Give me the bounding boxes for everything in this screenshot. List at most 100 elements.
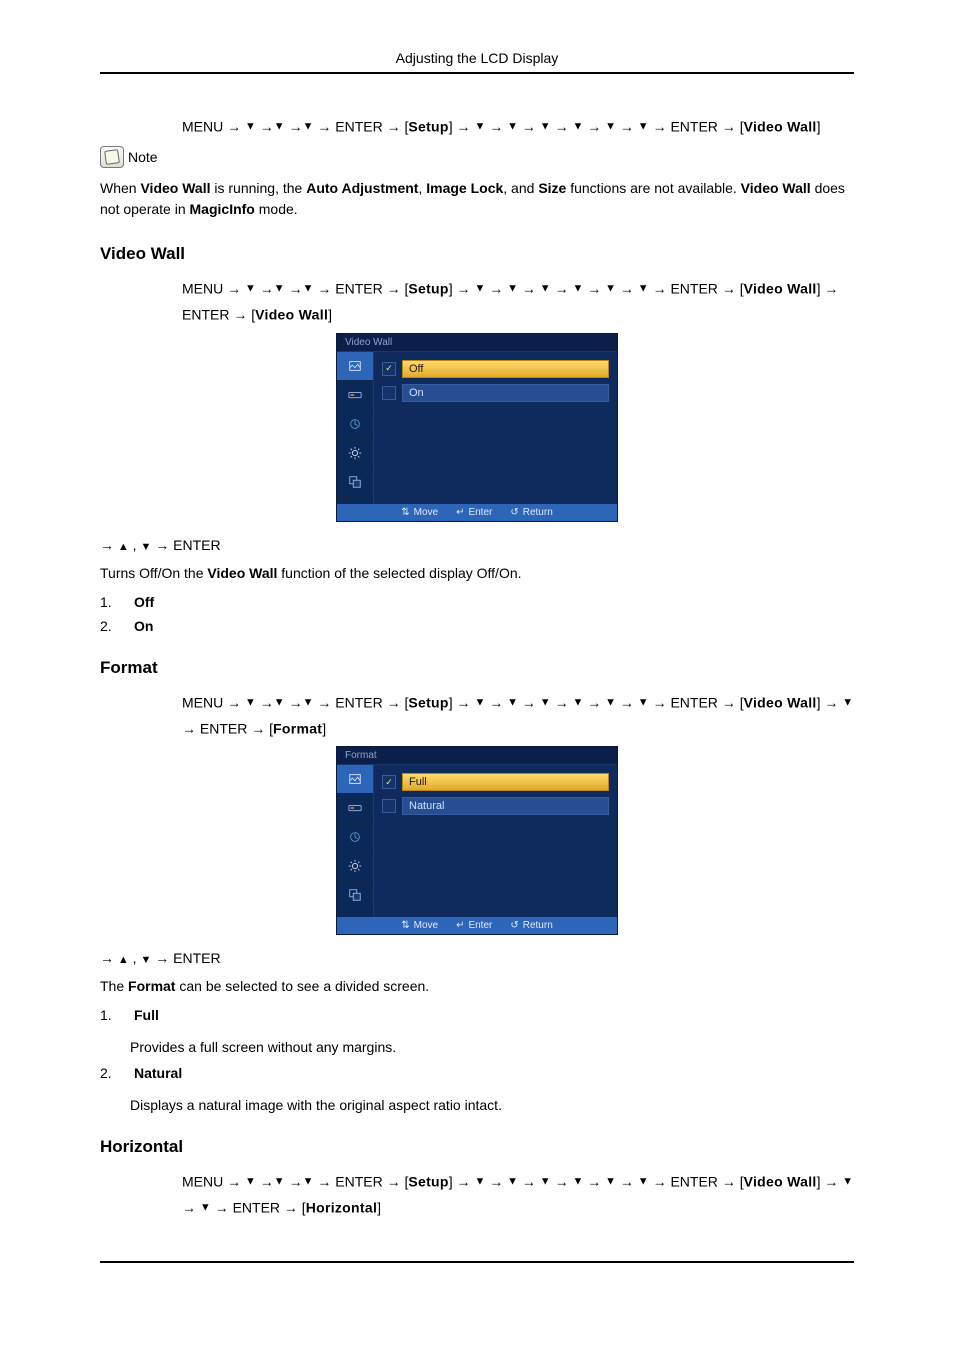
osd-option-row[interactable]: ✓ Full	[382, 773, 609, 791]
setup-label: Setup	[408, 694, 448, 710]
format-bold: Format	[128, 978, 175, 994]
video-wall-label: Video Wall	[744, 281, 817, 297]
arrow-right-icon: →	[489, 119, 507, 135]
arrow-right-icon: →	[653, 119, 671, 135]
list-item: 1.Off	[100, 594, 854, 610]
list-item: 2.On	[100, 618, 854, 634]
note-text: When Video Wall is running, the Auto Adj…	[100, 178, 854, 220]
down-icon: ▼	[245, 282, 256, 294]
magicinfo-bold: MagicInfo	[190, 201, 255, 217]
video-wall-nav-path: MENU → ▼ →▼ →▼ → ENTER → [Setup] → ▼ → ▼…	[182, 276, 854, 328]
arrow-right-icon: → [	[387, 281, 409, 297]
enter-label: ENTER	[173, 537, 220, 553]
video-wall-label: Video Wall	[744, 694, 817, 710]
picture-icon	[348, 772, 362, 786]
gear-icon	[348, 446, 362, 460]
video-wall-heading: Video Wall	[100, 244, 854, 264]
down-icon: ▼	[572, 696, 583, 708]
enter-label: ENTER	[335, 119, 382, 135]
arrow-right-icon: →	[653, 281, 671, 297]
osd-option-row[interactable]: Natural	[382, 797, 609, 815]
format-nav-path: MENU → ▼ →▼ →▼ → ENTER → [Setup] → ▼ → ▼…	[182, 690, 854, 742]
footer-move-label: Move	[414, 920, 438, 931]
format-option-list: 2. Natural	[100, 1065, 854, 1081]
arrow-right-icon: → [	[722, 119, 744, 135]
enter-label: ENTER	[173, 950, 220, 966]
down-icon: ▼	[605, 282, 616, 294]
down-icon: ▼	[842, 696, 853, 708]
osd-side-item[interactable]	[337, 381, 373, 410]
arrow-right-icon: →	[555, 119, 573, 135]
bracket-close: ]	[817, 119, 821, 135]
video-wall-bold: Video Wall	[741, 180, 811, 196]
footer-move: ⇅Move	[401, 920, 438, 931]
text: can be selected to see a divided screen.	[175, 978, 429, 994]
footer-move: ⇅Move	[401, 507, 438, 518]
osd-content: ✓ Off On	[374, 352, 617, 504]
down-icon: ▼	[638, 120, 649, 132]
osd-panel-format: Format ✓ Full Natural	[337, 747, 617, 934]
down-icon: ▼	[507, 120, 518, 132]
down-icon: ▼	[638, 1176, 649, 1188]
osd-side-item[interactable]	[337, 823, 373, 852]
time-icon	[348, 417, 362, 431]
bracket-close: ]	[449, 119, 453, 135]
osd-option-on[interactable]: On	[402, 384, 609, 402]
down-icon: ▼	[507, 282, 518, 294]
picture-icon	[348, 359, 362, 373]
arrow-right-icon: →	[317, 281, 335, 297]
text: When	[100, 180, 140, 196]
arrow-right-icon: →	[489, 281, 507, 297]
return-icon: ↺	[510, 507, 518, 518]
format-heading: Format	[100, 658, 854, 678]
menu-label: MENU	[182, 1174, 223, 1190]
page-header: Adjusting the LCD Display	[100, 50, 854, 74]
osd-option-row[interactable]: ✓ Off	[382, 360, 609, 378]
auto-adjustment-bold: Auto Adjustment	[306, 180, 418, 196]
down-icon: ▼	[605, 696, 616, 708]
down-icon: ▼	[572, 120, 583, 132]
intro-nav-path: MENU → ▼ →▼ →▼ → ENTER → [Setup] → ▼ → ▼…	[182, 114, 854, 140]
osd-side-item[interactable]	[337, 794, 373, 823]
list-number: 2.	[100, 1065, 118, 1081]
down-icon: ▼	[245, 120, 256, 132]
list-number: 1.	[100, 1007, 118, 1023]
text: functions are not available.	[566, 180, 740, 196]
osd-side-item[interactable]	[337, 410, 373, 439]
osd-side-item[interactable]	[337, 468, 373, 497]
note-row: Note	[100, 146, 854, 168]
video-wall-desc: Turns Off/On the Video Wall function of …	[100, 563, 854, 584]
osd-footer: ⇅Move ↵Enter ↺Return	[337, 504, 617, 521]
down-icon: ▼	[507, 696, 518, 708]
osd-side-item[interactable]	[337, 439, 373, 468]
osd-option-row[interactable]: On	[382, 384, 609, 402]
enter-label: ENTER	[182, 306, 229, 322]
osd-option-off[interactable]: Off	[402, 360, 609, 378]
gear-icon	[348, 859, 362, 873]
video-wall-bold: Video Wall	[140, 180, 210, 196]
arrow-right-icon: →	[260, 119, 274, 135]
osd-option-natural[interactable]: Natural	[402, 797, 609, 815]
option-natural: Natural	[134, 1065, 182, 1081]
input-icon	[348, 801, 362, 815]
arrow-right-icon: →	[100, 537, 118, 553]
osd-side-item[interactable]	[337, 352, 373, 381]
osd-side-item[interactable]	[337, 881, 373, 910]
down-icon: ▼	[200, 1202, 211, 1214]
osd-side-item[interactable]	[337, 765, 373, 794]
osd-side-item[interactable]	[337, 852, 373, 881]
arrow-right-icon: →	[620, 281, 638, 297]
osd-footer: ⇅Move ↵Enter ↺Return	[337, 917, 617, 934]
footer-enter-label: Enter	[468, 507, 492, 518]
enter-label: ENTER	[233, 1200, 280, 1216]
down-icon: ▼	[474, 696, 485, 708]
enter-icon: ↵	[456, 920, 464, 931]
down-icon: ▼	[274, 1176, 285, 1188]
option-off: Off	[134, 594, 154, 610]
arrow-right-icon: → [	[233, 306, 255, 322]
down-icon: ▼	[605, 1176, 616, 1188]
format-label: Format	[273, 720, 322, 736]
arrow-right-icon: →	[227, 119, 245, 135]
check-icon	[382, 799, 396, 813]
osd-option-full[interactable]: Full	[402, 773, 609, 791]
